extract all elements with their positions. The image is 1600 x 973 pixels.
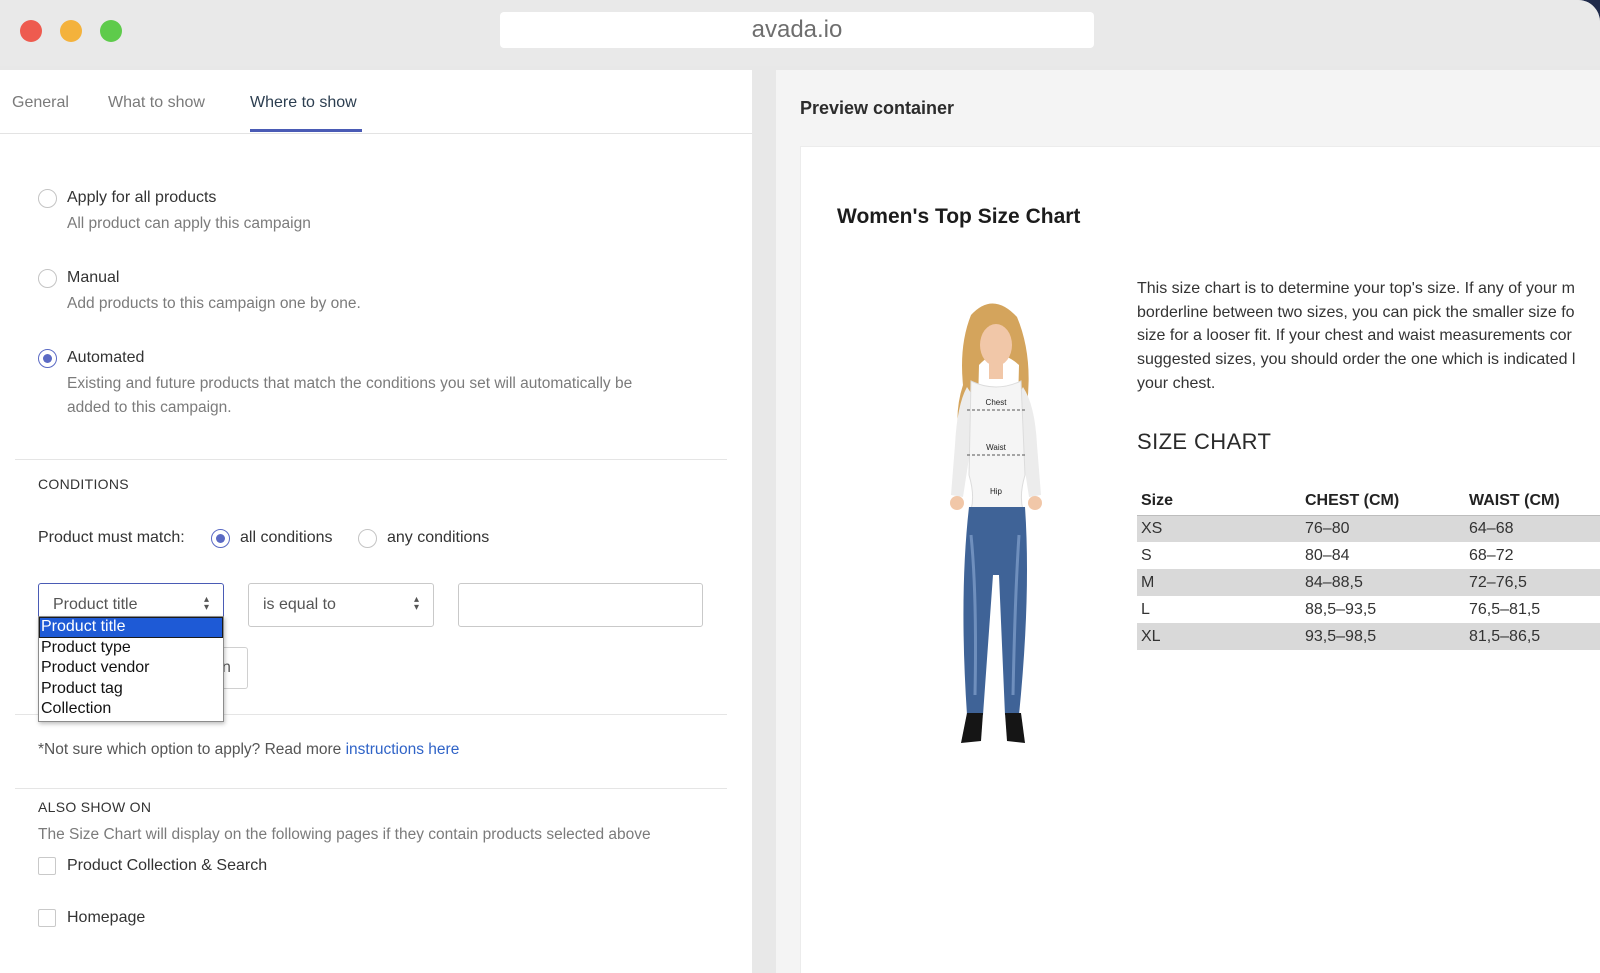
match-any-radio[interactable]	[358, 529, 377, 548]
table-row: XL 93,5–98,5 81,5–86,5	[1137, 623, 1600, 650]
select-arrows-icon: ▴ ▾	[203, 594, 209, 613]
select-arrows-icon: ▴ ▾	[413, 594, 419, 613]
homepage-label[interactable]: Homepage	[67, 909, 145, 927]
also-show-description: The Size Chart will display on the follo…	[38, 826, 651, 843]
tab-what-to-show[interactable]: What to show	[108, 94, 205, 112]
also-show-title: ALSO SHOW ON	[38, 799, 152, 815]
table-row: M 84–88,5 72–76,5	[1137, 569, 1600, 596]
model-label-waist: Waist	[986, 443, 1006, 452]
divider	[15, 459, 727, 460]
size-table-header: Size CHEST (CM) WAIST (CM)	[1137, 487, 1600, 516]
size-table: Size CHEST (CM) WAIST (CM) XS 76–80 64–68 …	[1137, 487, 1600, 650]
minimize-window-icon[interactable]	[60, 20, 82, 42]
condition-value-input[interactable]	[458, 583, 703, 627]
dropdown-option-product-vendor[interactable]: Product vendor	[39, 658, 223, 679]
apply-all-description: All product can apply this campaign	[67, 215, 311, 232]
manual-label[interactable]: Manual	[67, 269, 119, 287]
help-text: *Not sure which option to apply? Read mo…	[38, 741, 460, 758]
automated-radio[interactable]	[38, 349, 57, 368]
size-chart-title: Women's Top Size Chart	[837, 205, 1081, 228]
condition-field-dropdown: Product title Product type Product vendo…	[38, 616, 224, 722]
dropdown-option-product-type[interactable]: Product type	[39, 638, 223, 659]
dropdown-option-collection[interactable]: Collection	[39, 699, 223, 720]
match-any-label[interactable]: any conditions	[387, 529, 489, 547]
collection-search-checkbox[interactable]	[38, 857, 56, 875]
manual-radio[interactable]	[38, 269, 57, 288]
size-chart-heading: SIZE CHART	[1137, 429, 1272, 454]
table-row: XS 76–80 64–68	[1137, 515, 1600, 542]
condition-field-value: Product title	[53, 596, 138, 613]
automated-description-line2: added to this campaign.	[67, 399, 232, 416]
preview-card: Women's Top Size Chart Chest Waist Hip T…	[800, 146, 1600, 973]
model-label-chest: Chest	[986, 398, 1008, 407]
preview-title: Preview container	[800, 98, 955, 118]
close-window-icon[interactable]	[20, 20, 42, 42]
condition-operator-select[interactable]: is equal to ▴ ▾	[248, 583, 434, 627]
automated-label[interactable]: Automated	[67, 349, 144, 367]
dropdown-option-product-title[interactable]: Product title	[39, 617, 223, 638]
table-row: S 80–84 68–72	[1141, 546, 1514, 564]
divider	[15, 788, 727, 789]
size-chart-description: This size chart is to determine your top…	[1137, 280, 1576, 392]
apply-all-radio[interactable]	[38, 189, 57, 208]
condition-operator-value: is equal to	[263, 596, 336, 613]
manual-description: Add products to this campaign one by one…	[67, 295, 361, 312]
preview-panel: Preview container Women's Top Size Chart…	[776, 70, 1600, 973]
automated-description-line1: Existing and future products that match …	[67, 375, 633, 392]
homepage-checkbox[interactable]	[38, 909, 56, 927]
settings-tabs: General What to show Where to show	[0, 70, 752, 134]
instructions-link[interactable]: instructions here	[346, 741, 460, 758]
match-all-label[interactable]: all conditions	[240, 529, 333, 547]
maximize-window-icon[interactable]	[100, 20, 122, 42]
conditions-title: CONDITIONS	[38, 476, 129, 492]
tab-general[interactable]: General	[12, 94, 69, 112]
model-label-hip: Hip	[990, 487, 1003, 496]
dropdown-option-product-tag[interactable]: Product tag	[39, 679, 223, 700]
match-all-radio[interactable]	[211, 529, 230, 548]
active-tab-indicator	[250, 129, 362, 132]
model-image: Chest Waist Hip	[950, 303, 1042, 743]
match-label: Product must match:	[38, 529, 185, 546]
collection-search-label[interactable]: Product Collection & Search	[67, 857, 267, 875]
add-condition-button[interactable]: n	[220, 647, 248, 689]
apply-all-label[interactable]: Apply for all products	[67, 189, 216, 207]
table-row: L 88,5–93,5 76,5–81,5	[1141, 600, 1541, 618]
browser-titlebar: avada.io	[0, 0, 1600, 66]
address-bar[interactable]: avada.io	[500, 12, 1094, 48]
tab-where-to-show[interactable]: Where to show	[250, 94, 357, 112]
browser-window: avada.io General What to show Where to s…	[0, 0, 1600, 973]
settings-panel: General What to show Where to show Apply…	[0, 70, 752, 973]
